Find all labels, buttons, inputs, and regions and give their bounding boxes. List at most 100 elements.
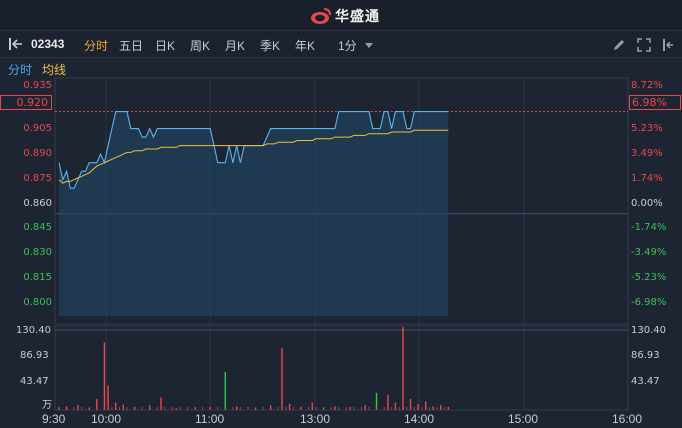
interval-select[interactable]: 1分 bbox=[338, 37, 373, 54]
volume-bar bbox=[255, 407, 257, 410]
volume-bar bbox=[323, 407, 325, 410]
volume-bar bbox=[103, 407, 105, 410]
volume-bar bbox=[88, 408, 90, 410]
price-tick: 0.905 bbox=[23, 123, 52, 134]
volume-bar bbox=[421, 407, 423, 410]
volume-bar bbox=[387, 394, 389, 410]
volume-bar bbox=[360, 407, 362, 410]
volume-bar bbox=[194, 407, 196, 410]
volume-bar bbox=[432, 406, 434, 410]
volume-bar bbox=[119, 407, 120, 410]
volume-unit: 万 bbox=[42, 400, 52, 411]
price-tick: 0.890 bbox=[23, 148, 52, 159]
price-area-fill bbox=[59, 111, 449, 316]
tab-five-day[interactable]: 五日 bbox=[119, 37, 143, 54]
brand-logo-icon bbox=[311, 8, 331, 24]
volume-bar bbox=[224, 372, 226, 410]
volume-bar bbox=[270, 405, 272, 410]
legend-minute-line: 分时 bbox=[8, 63, 33, 77]
volume-bar bbox=[417, 403, 419, 410]
volume-bar bbox=[202, 407, 204, 410]
volume-bar bbox=[428, 407, 430, 410]
tab-day-k[interactable]: 日K bbox=[155, 37, 175, 54]
volume-bar bbox=[315, 407, 317, 410]
volume-tick-left: 86.93 bbox=[20, 350, 49, 361]
avg-line bbox=[58, 129, 449, 184]
volume-bar bbox=[375, 392, 378, 410]
price-tick: 0.860 bbox=[23, 198, 52, 209]
volume-bar bbox=[58, 407, 60, 410]
pct-tick: -6.98% bbox=[631, 297, 667, 308]
volume-bar bbox=[364, 405, 366, 410]
volume-bar bbox=[149, 407, 151, 410]
volume-bar bbox=[194, 407, 196, 410]
pct-tick: 0.00% bbox=[631, 198, 663, 209]
volume-bar bbox=[133, 406, 136, 410]
pct-tick: 8.72% bbox=[631, 80, 663, 91]
volume-bar bbox=[65, 406, 68, 410]
volume-tick-right: 86.93 bbox=[631, 350, 660, 361]
back-icon[interactable] bbox=[8, 37, 24, 51]
volume-bar bbox=[81, 407, 83, 410]
volume-bar bbox=[440, 405, 442, 410]
price-tick: 0.830 bbox=[23, 247, 52, 258]
price-frame bbox=[54, 77, 629, 325]
tab-month-k[interactable]: 月K bbox=[225, 37, 245, 54]
volume-bar bbox=[115, 402, 117, 410]
brand-name: 华盛通 bbox=[335, 8, 380, 24]
volume-bar bbox=[368, 407, 370, 410]
volume-bar bbox=[308, 407, 309, 410]
volume-bar bbox=[300, 406, 302, 410]
volume-bar bbox=[262, 407, 264, 410]
pencil-icon[interactable] bbox=[612, 38, 626, 52]
pct-tick: 1.74% bbox=[631, 173, 663, 184]
volume-bar bbox=[149, 405, 151, 410]
settings-icon[interactable] bbox=[661, 38, 675, 52]
volume-bar bbox=[247, 407, 249, 410]
tab-week-k[interactable]: 周K bbox=[190, 37, 210, 54]
volume-bar bbox=[122, 404, 124, 410]
volume-bar bbox=[277, 407, 279, 410]
volume-bar bbox=[311, 402, 313, 410]
time-tick: 10:00 bbox=[91, 412, 122, 426]
tab-year-k[interactable]: 年K bbox=[295, 37, 315, 54]
volume-bar bbox=[164, 407, 166, 410]
legend-avg-line: 均线 bbox=[42, 63, 67, 77]
volume-bar bbox=[436, 407, 438, 410]
time-tick: 16:00 bbox=[612, 412, 643, 426]
volume-bar bbox=[425, 401, 427, 410]
price-tick: 0.935 bbox=[23, 80, 52, 91]
volume-bar bbox=[171, 407, 173, 410]
pct-tick: -3.49% bbox=[631, 247, 667, 258]
tab-quarter-k[interactable]: 季K bbox=[260, 37, 280, 54]
time-tick: 9:30 bbox=[42, 412, 66, 426]
price-area bbox=[59, 111, 449, 316]
time-tick: 13:00 bbox=[300, 412, 331, 426]
expand-icon[interactable] bbox=[637, 38, 651, 52]
volume-bar bbox=[73, 407, 75, 410]
volume-bar bbox=[300, 407, 302, 410]
tab-minute[interactable]: 分时 bbox=[84, 37, 108, 54]
volume-tick-right: 43.47 bbox=[631, 376, 660, 387]
volume-bar bbox=[96, 399, 98, 410]
volume-bar bbox=[292, 407, 294, 410]
time-tick: 11:00 bbox=[195, 412, 225, 426]
price-tick: 0.800 bbox=[23, 297, 52, 308]
volume-bar bbox=[107, 385, 109, 410]
volume-bar bbox=[209, 406, 211, 410]
interval-value: 1分 bbox=[338, 39, 357, 53]
volume-bar bbox=[270, 407, 272, 410]
volume-bar bbox=[232, 407, 234, 410]
price-line bbox=[58, 111, 449, 189]
volume-bar bbox=[156, 407, 158, 410]
volume-bar bbox=[383, 407, 385, 410]
volume-bar bbox=[77, 405, 79, 410]
volume-bar bbox=[96, 407, 98, 410]
volume-bar bbox=[406, 407, 408, 410]
volume-bar bbox=[281, 348, 283, 410]
volume-bar bbox=[103, 342, 106, 410]
volume-bar bbox=[239, 407, 241, 410]
price-lines bbox=[58, 111, 449, 189]
brand: 华盛通 bbox=[310, 6, 380, 26]
time-tick: 15:00 bbox=[508, 412, 539, 426]
